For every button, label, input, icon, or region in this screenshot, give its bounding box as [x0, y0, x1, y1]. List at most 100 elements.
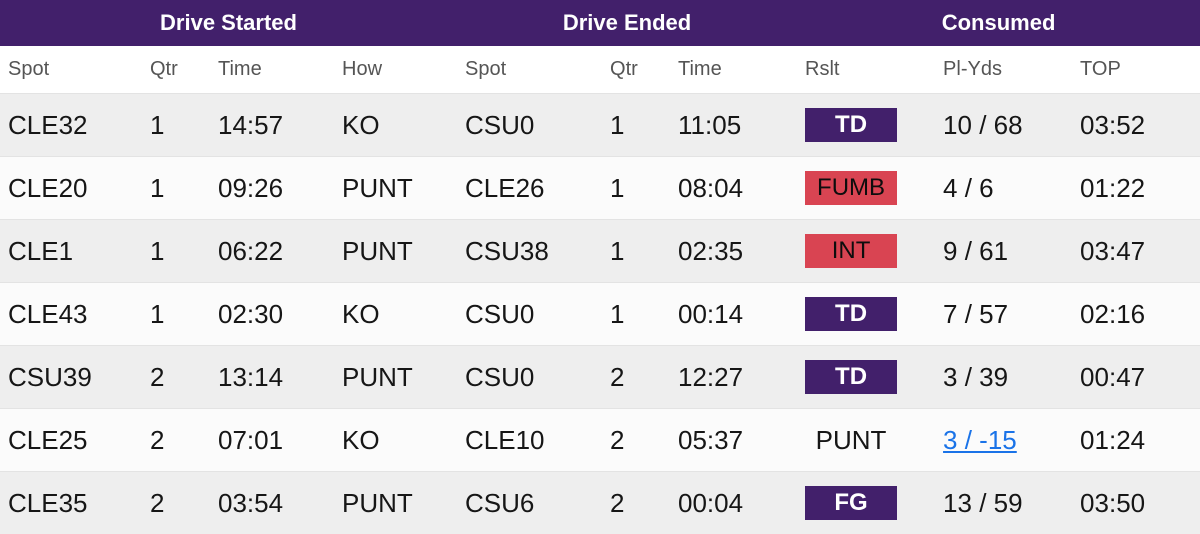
table-row: CLE25207:01KOCLE10205:37PUNT3 / -1501:24 [0, 409, 1200, 472]
cell-start-qtr: 2 [142, 472, 210, 534]
cell-result: INT [797, 220, 935, 283]
result-badge: FG [805, 486, 897, 521]
cell-start-time: 06:22 [210, 220, 334, 283]
cell-end-qtr: 1 [602, 157, 670, 220]
cell-start-spot: CLE35 [0, 472, 142, 534]
column-header-start-spot[interactable]: Spot [0, 46, 142, 94]
cell-time-of-possession: 00:47 [1072, 346, 1200, 409]
group-header-row: Drive Started Drive Ended Consumed [0, 0, 1200, 46]
result-badge: TD [805, 297, 897, 332]
cell-result: PUNT [797, 409, 935, 472]
cell-plays-yards: 7 / 57 [935, 283, 1072, 346]
cell-plays-yards: 4 / 6 [935, 157, 1072, 220]
cell-start-time: 09:26 [210, 157, 334, 220]
column-header-time-of-possession[interactable]: TOP [1072, 46, 1200, 94]
table-row: CLE35203:54PUNTCSU6200:04FG13 / 5903:50 [0, 472, 1200, 534]
table-row: CSU39213:14PUNTCSU0212:27TD3 / 3900:47 [0, 346, 1200, 409]
cell-start-qtr: 1 [142, 94, 210, 157]
cell-start-qtr: 1 [142, 157, 210, 220]
table-body: CLE32114:57KOCSU0111:05TD10 / 6803:52CLE… [0, 94, 1200, 534]
cell-how: PUNT [334, 346, 457, 409]
cell-end-time: 12:27 [670, 346, 797, 409]
cell-end-qtr: 2 [602, 409, 670, 472]
cell-end-spot: CLE26 [457, 157, 602, 220]
cell-end-spot: CLE10 [457, 409, 602, 472]
cell-result: FUMB [797, 157, 935, 220]
table-head: Drive Started Drive Ended Consumed Spot … [0, 0, 1200, 94]
cell-start-spot: CLE43 [0, 283, 142, 346]
cell-start-qtr: 2 [142, 346, 210, 409]
cell-time-of-possession: 02:16 [1072, 283, 1200, 346]
cell-start-time: 14:57 [210, 94, 334, 157]
column-header-row: Spot Qtr Time How Spot Qtr Time Rslt Pl-… [0, 46, 1200, 94]
table-row: CLE1106:22PUNTCSU38102:35INT9 / 6103:47 [0, 220, 1200, 283]
plays-yards-link[interactable]: 3 / -15 [943, 425, 1017, 455]
cell-time-of-possession: 03:47 [1072, 220, 1200, 283]
cell-start-time: 02:30 [210, 283, 334, 346]
cell-result: TD [797, 283, 935, 346]
cell-start-qtr: 2 [142, 409, 210, 472]
cell-start-time: 07:01 [210, 409, 334, 472]
cell-end-time: 02:35 [670, 220, 797, 283]
result-text: PUNT [805, 421, 897, 460]
column-header-end-spot[interactable]: Spot [457, 46, 602, 94]
cell-start-spot: CLE20 [0, 157, 142, 220]
group-header-consumed: Consumed [797, 0, 1200, 46]
column-header-plays-yards[interactable]: Pl-Yds [935, 46, 1072, 94]
column-header-start-time[interactable]: Time [210, 46, 334, 94]
cell-end-spot: CSU6 [457, 472, 602, 534]
cell-how: PUNT [334, 157, 457, 220]
cell-result: TD [797, 346, 935, 409]
column-header-result[interactable]: Rslt [797, 46, 935, 94]
cell-start-spot: CLE1 [0, 220, 142, 283]
cell-start-qtr: 1 [142, 220, 210, 283]
cell-how: KO [334, 409, 457, 472]
column-header-end-time[interactable]: Time [670, 46, 797, 94]
cell-how: PUNT [334, 472, 457, 534]
cell-end-qtr: 1 [602, 283, 670, 346]
table-row: CLE20109:26PUNTCLE26108:04FUMB4 / 601:22 [0, 157, 1200, 220]
cell-plays-yards: 3 / 39 [935, 346, 1072, 409]
cell-end-time: 08:04 [670, 157, 797, 220]
cell-time-of-possession: 03:50 [1072, 472, 1200, 534]
cell-plays-yards: 10 / 68 [935, 94, 1072, 157]
cell-start-time: 03:54 [210, 472, 334, 534]
cell-start-spot: CLE32 [0, 94, 142, 157]
result-badge: INT [805, 234, 897, 269]
cell-time-of-possession: 01:24 [1072, 409, 1200, 472]
cell-end-time: 11:05 [670, 94, 797, 157]
result-badge: FUMB [805, 171, 897, 206]
group-header-drive-started: Drive Started [0, 0, 457, 46]
cell-how: KO [334, 94, 457, 157]
cell-end-spot: CSU0 [457, 94, 602, 157]
cell-result: FG [797, 472, 935, 534]
cell-end-time: 00:04 [670, 472, 797, 534]
cell-end-spot: CSU0 [457, 283, 602, 346]
cell-result: TD [797, 94, 935, 157]
cell-start-time: 13:14 [210, 346, 334, 409]
cell-time-of-possession: 03:52 [1072, 94, 1200, 157]
cell-end-qtr: 2 [602, 346, 670, 409]
cell-end-qtr: 1 [602, 94, 670, 157]
cell-plays-yards: 9 / 61 [935, 220, 1072, 283]
cell-end-qtr: 2 [602, 472, 670, 534]
column-header-start-qtr[interactable]: Qtr [142, 46, 210, 94]
table-row: CLE43102:30KOCSU0100:14TD7 / 5702:16 [0, 283, 1200, 346]
cell-end-spot: CSU0 [457, 346, 602, 409]
cell-end-time: 05:37 [670, 409, 797, 472]
column-header-end-qtr[interactable]: Qtr [602, 46, 670, 94]
group-header-drive-ended: Drive Ended [457, 0, 797, 46]
cell-plays-yards[interactable]: 3 / -15 [935, 409, 1072, 472]
cell-how: PUNT [334, 220, 457, 283]
result-badge: TD [805, 360, 897, 395]
cell-end-qtr: 1 [602, 220, 670, 283]
result-badge: TD [805, 108, 897, 143]
cell-end-time: 00:14 [670, 283, 797, 346]
cell-start-spot: CLE25 [0, 409, 142, 472]
table-row: CLE32114:57KOCSU0111:05TD10 / 6803:52 [0, 94, 1200, 157]
cell-end-spot: CSU38 [457, 220, 602, 283]
cell-time-of-possession: 01:22 [1072, 157, 1200, 220]
column-header-how[interactable]: How [334, 46, 457, 94]
cell-start-spot: CSU39 [0, 346, 142, 409]
drive-chart-table: Drive Started Drive Ended Consumed Spot … [0, 0, 1200, 534]
